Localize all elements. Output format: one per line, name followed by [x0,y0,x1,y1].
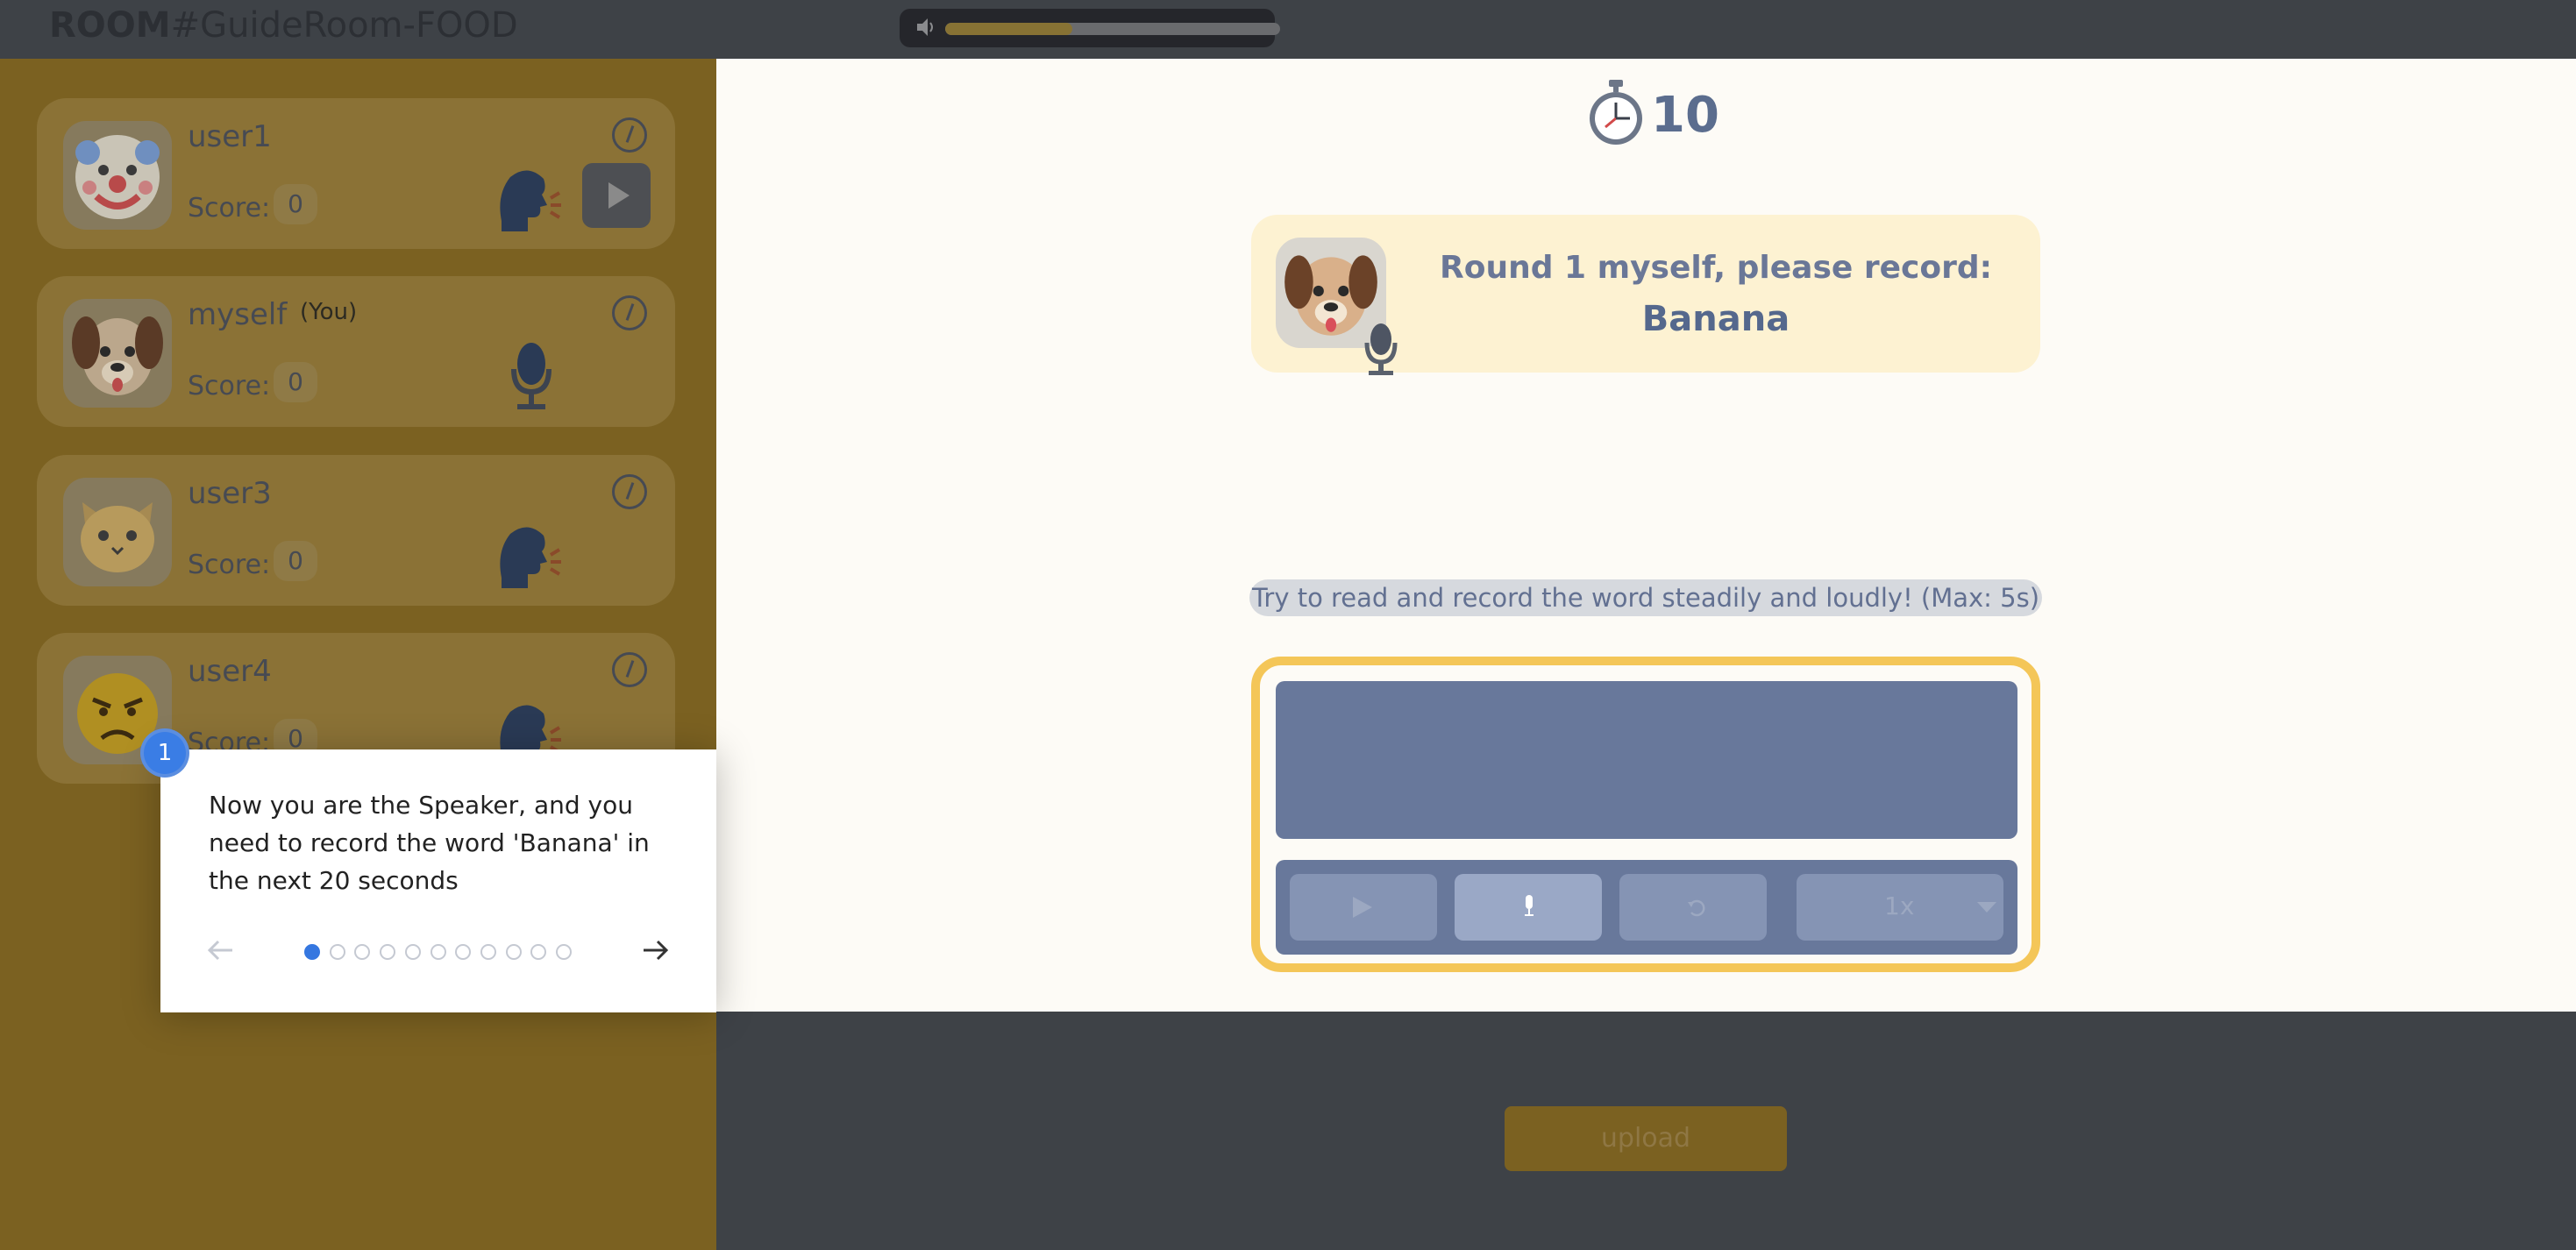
prompt-word: Banana [1641,299,1790,339]
player-name: myself [188,297,288,332]
play-button[interactable] [1290,874,1437,941]
tour-dot[interactable] [556,944,572,960]
tour-dot[interactable] [354,944,371,960]
you-label: (You) [300,299,358,325]
player-card-user1: user1 Score: 0 [37,98,675,249]
avatar [63,121,172,230]
recorder-panel: 1x [1251,657,2040,972]
microphone-icon [1364,323,1398,375]
avatar [63,299,172,408]
dog-face-icon [72,316,163,395]
playback-speed-select[interactable]: 1x [1797,874,2003,941]
arrow-right-icon[interactable] [638,937,673,963]
game-panel: 10 Round 1 myself, please record: Banana… [716,59,2576,1012]
recording-tip: Try to read and record the word steadily… [1249,579,2042,616]
timer-value: 10 [1651,87,1719,144]
score-value: 0 [274,362,317,402]
prompt-instruction: Round 1 myself, please record: [1439,250,1993,286]
record-icon [1525,895,1534,916]
tour-dot[interactable] [329,944,345,960]
volume-slider[interactable] [900,9,1280,47]
tour-text: Now you are the Speaker, and you need to… [209,791,650,895]
tour-dot[interactable] [530,944,547,960]
clock-icon[interactable] [612,652,647,687]
cat-face-icon [81,502,154,572]
tour-dot[interactable] [304,944,320,960]
upload-button[interactable]: upload [1505,1106,1787,1171]
player-card-user3: user3 Score: 0 [37,455,675,606]
player-name: user4 [188,654,272,689]
recorder-controls: 1x [1276,860,2017,955]
speaking-head-icon [500,527,561,588]
tour-dot[interactable] [430,944,446,960]
arrow-left-icon[interactable] [203,937,238,963]
score-label: Score: [188,550,271,580]
player-name: user1 [188,119,272,154]
chevron-down-icon [1977,902,1996,913]
play-icon [1353,897,1372,918]
score-label: Score: [188,371,271,401]
player-name: user3 [188,476,272,511]
top-bar: ROOM#GuideRoom-FOOD [0,0,2576,59]
record-button[interactable] [1455,874,1602,941]
undo-button[interactable] [1619,874,1767,941]
tour-dot[interactable] [480,944,496,960]
score-value: 0 [274,184,317,224]
waveform-display [1276,681,2017,839]
room-prefix: ROOM [49,5,171,46]
room-name: #GuideRoom-FOOD [170,5,518,46]
volume-track[interactable] [945,23,1280,35]
countdown-timer: 10 [1584,78,1777,148]
tour-dot[interactable] [380,944,396,960]
tour-step-badge: 1 [144,732,186,774]
clock-icon[interactable] [612,117,647,153]
tour-dot[interactable] [505,944,522,960]
clock-icon[interactable] [612,474,647,509]
player-card-myself: myself (You) Score: 0 [37,276,675,427]
score-value: 0 [274,541,317,581]
play-button[interactable] [582,163,651,228]
undo-icon [1688,899,1705,917]
speed-value: 1x [1884,891,1915,920]
volume-fill [945,23,1073,35]
tour-tooltip: Now you are the Speaker, and you need to… [160,749,716,1012]
microphone-icon [511,343,551,409]
player-sidebar: user1 Score: 0 myself (You) Score: 0 use… [0,59,716,1250]
speaking-head-icon [500,170,561,231]
clown-face-icon [75,135,160,219]
clock-icon[interactable] [612,295,647,330]
score-label: Score: [188,193,271,224]
round-prompt: Round 1 myself, please record: Banana [1251,215,2040,375]
avatar [63,478,172,586]
stopwatch-icon [1590,80,1642,145]
tour-dot[interactable] [404,944,421,960]
tour-dot[interactable] [455,944,472,960]
room-title: ROOM#GuideRoom-FOOD [49,5,518,46]
speaker-icon [917,18,933,36]
